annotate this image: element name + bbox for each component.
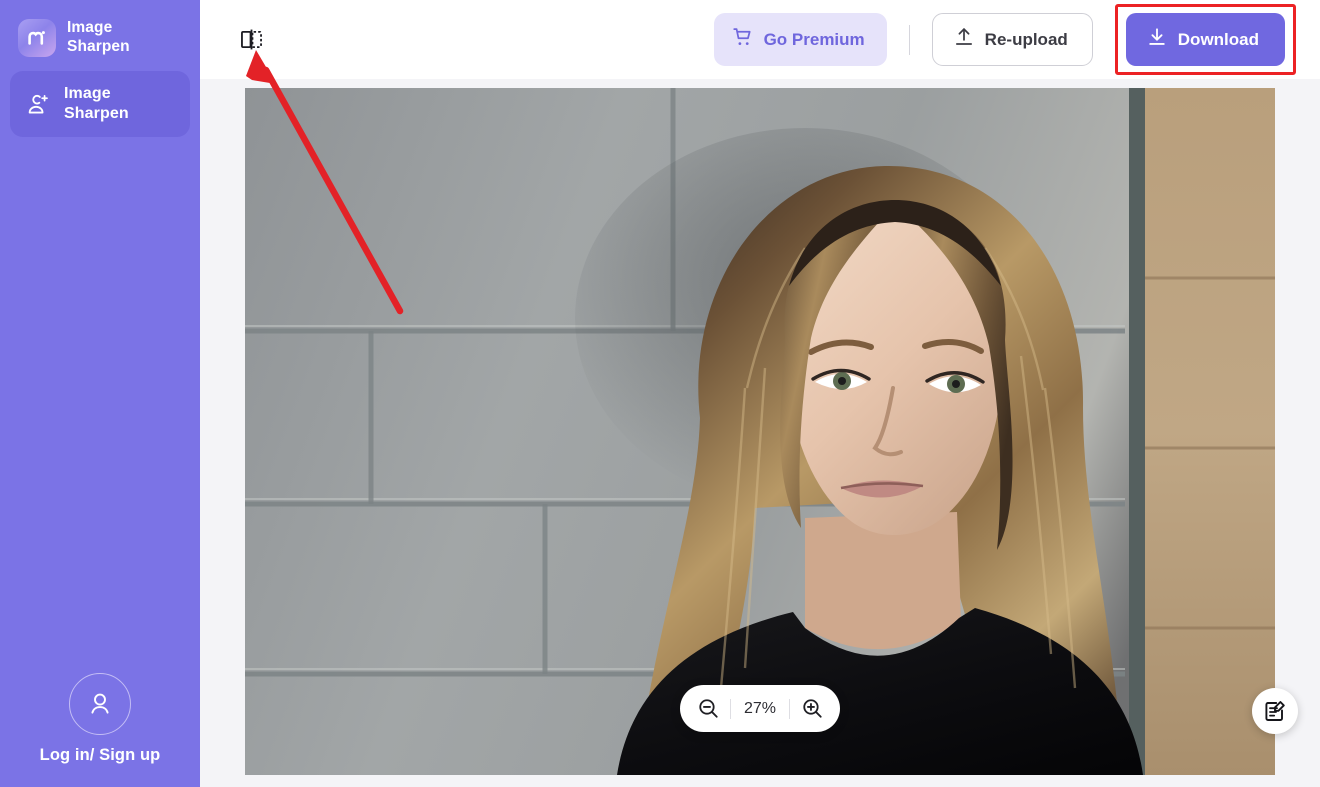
go-premium-label: Go Premium xyxy=(763,29,865,49)
user-avatar-icon xyxy=(69,673,131,735)
account-label: Log in/ Sign up xyxy=(39,746,161,764)
app-root: Image Sharpen Image Sharpen Log in/ Sign… xyxy=(0,0,1320,787)
toolbar-divider xyxy=(908,24,910,55)
go-premium-button[interactable]: Go Premium xyxy=(713,13,887,66)
zoom-controls: 27% xyxy=(680,685,840,732)
main-area: Go Premium Re-upload Download 27% xyxy=(200,0,1320,787)
sidebar-item-label: Image Sharpen xyxy=(64,85,129,122)
zoom-out-icon[interactable] xyxy=(686,685,730,732)
re-upload-label: Re-upload xyxy=(984,29,1068,49)
download-button-highlight: Download xyxy=(1114,4,1296,75)
preview-image[interactable] xyxy=(245,88,1275,775)
re-upload-button[interactable]: Re-upload xyxy=(931,13,1093,66)
sidebar: Image Sharpen Image Sharpen Log in/ Sign… xyxy=(0,0,200,787)
m-logo-icon xyxy=(18,19,56,57)
zoom-level-value: 27% xyxy=(743,699,777,717)
brand-name: Image Sharpen xyxy=(67,19,130,55)
download-icon xyxy=(1146,26,1168,53)
cart-icon xyxy=(732,26,754,53)
person-sparkle-icon xyxy=(24,91,52,118)
toolbar: Go Premium Re-upload Download xyxy=(200,0,1320,79)
sidebar-nav: Image Sharpen xyxy=(0,57,200,137)
download-button[interactable]: Download xyxy=(1125,13,1285,66)
upload-icon xyxy=(953,26,975,53)
brand: Image Sharpen xyxy=(0,0,200,57)
image-canvas[interactable]: 27% xyxy=(200,79,1320,787)
sidebar-item-image-sharpen[interactable]: Image Sharpen xyxy=(10,71,190,137)
account-section[interactable]: Log in/ Sign up xyxy=(0,673,200,765)
zoom-in-icon[interactable] xyxy=(790,685,834,732)
feedback-note-icon[interactable] xyxy=(1252,688,1298,734)
toolbar-actions: Go Premium Re-upload Download xyxy=(713,4,1296,75)
download-label: Download xyxy=(1177,29,1259,49)
split-compare-icon[interactable] xyxy=(235,24,267,56)
